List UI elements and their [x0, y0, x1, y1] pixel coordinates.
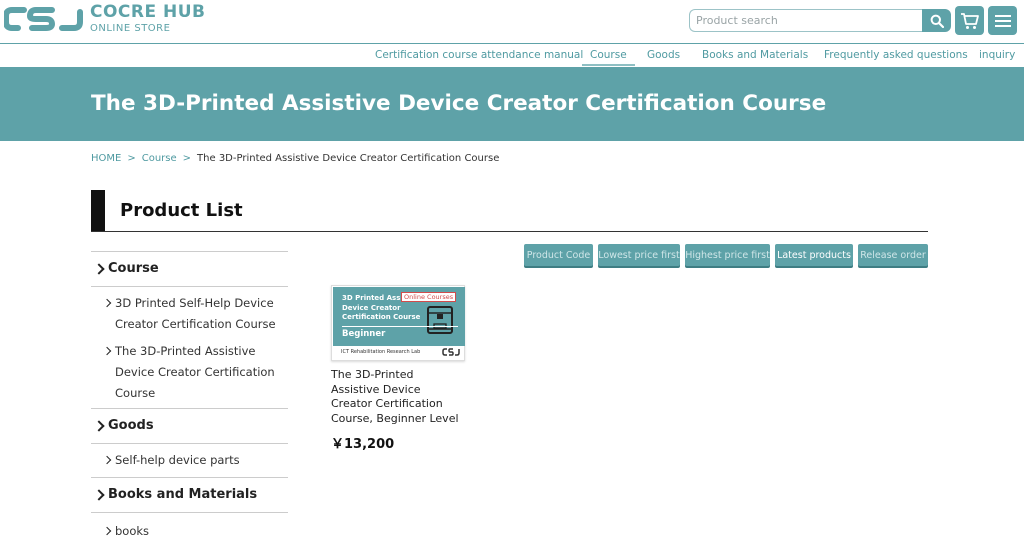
sidebar-item-device-parts[interactable]: Self-help device parts	[91, 450, 288, 471]
breadcrumb-home[interactable]: HOME	[91, 153, 121, 164]
search-icon	[930, 14, 944, 28]
thumbnail-lab-name: ICT Rehabilitation Research Lab	[341, 349, 421, 355]
nav-item-faq[interactable]: Frequently asked questions	[824, 49, 968, 61]
category-sidebar: Course 3D Printed Self-Help Device Creat…	[91, 251, 288, 542]
product-price: ￥13,200	[331, 437, 395, 452]
breadcrumb: HOME > Course > The 3D-Printed Assistive Dev…	[91, 153, 499, 164]
page-banner: The 3D-Printed Assistive Device Creator …	[0, 67, 1024, 141]
sort-product-code-button[interactable]: Product Code	[524, 244, 593, 266]
online-course-badge: Online Courses	[401, 292, 457, 302]
heading-accent-bar	[91, 190, 105, 231]
sidebar-category-books[interactable]: Books and Materials	[91, 477, 288, 513]
breadcrumb-separator: >	[182, 153, 192, 164]
lab-logo-icon	[442, 348, 460, 356]
breadcrumb-course[interactable]: Course	[142, 153, 177, 164]
breadcrumb-current: The 3D-Printed Assistive Device Creator …	[197, 153, 500, 164]
nav-item-books-materials[interactable]: Books and Materials	[702, 49, 808, 61]
product-name[interactable]: The 3D-Printed Assistive Device Creator …	[331, 368, 465, 426]
main-nav: Certification course attendance manual C…	[0, 44, 1024, 67]
sidebar-sublist: 3D Printed Self-Help Device Creator Cert…	[91, 287, 288, 408]
nav-item-goods[interactable]: Goods	[647, 49, 680, 61]
logo-mark-icon	[4, 7, 83, 31]
store-logo[interactable]: COCRE HUB ONLINE STORE	[4, 4, 206, 34]
3d-printer-icon	[427, 306, 453, 334]
thumbnail-banner: 3D Printed Assistive Device Creator Cert…	[333, 287, 465, 346]
sort-highest-price-button[interactable]: Highest price first	[685, 244, 770, 266]
nav-item-course[interactable]: Course	[582, 49, 635, 66]
product-thumbnail[interactable]: 3D Printed Assistive Device Creator Cert…	[331, 285, 465, 361]
cart-button[interactable]	[955, 6, 984, 35]
section-heading: Product List	[91, 190, 928, 232]
sidebar-sublist: books	[91, 513, 288, 542]
sort-release-order-button[interactable]: Release order	[858, 244, 928, 266]
logo-subtitle: ONLINE STORE	[90, 23, 171, 34]
section-title: Product List	[120, 200, 243, 221]
hamburger-menu-icon	[994, 14, 1011, 27]
page-title: The 3D-Printed Assistive Device Creator …	[91, 91, 827, 116]
nav-item-attendance-manual[interactable]: Certification course attendance manual	[375, 49, 583, 61]
search-input[interactable]	[689, 9, 922, 32]
thumbnail-level: Beginner	[342, 329, 386, 339]
sidebar-item-self-help-course[interactable]: 3D Printed Self-Help Device Creator Cert…	[91, 293, 288, 335]
menu-button[interactable]	[988, 6, 1017, 35]
sidebar-item-assistive-course[interactable]: The 3D-Printed Assistive Device Creator …	[91, 341, 288, 404]
product-card: 3D Printed Assistive Device Creator Cert…	[331, 285, 465, 452]
search-button[interactable]	[922, 9, 951, 32]
sidebar-item-books[interactable]: books	[91, 521, 288, 542]
nav-item-inquiry[interactable]: inquiry	[979, 49, 1015, 61]
sort-latest-products-button[interactable]: Latest products	[775, 244, 853, 266]
sidebar-sublist: Self-help device parts	[91, 444, 288, 477]
site-header: COCRE HUB ONLINE STORE	[0, 0, 1024, 44]
sidebar-category-course[interactable]: Course	[91, 251, 288, 287]
logo-title: COCRE HUB	[90, 2, 206, 22]
sort-lowest-price-button[interactable]: Lowest price first	[598, 244, 680, 266]
cart-icon	[960, 12, 979, 29]
sidebar-category-goods[interactable]: Goods	[91, 408, 288, 444]
search-bar	[689, 9, 951, 32]
thumbnail-divider	[342, 326, 458, 327]
breadcrumb-separator: >	[127, 153, 136, 164]
